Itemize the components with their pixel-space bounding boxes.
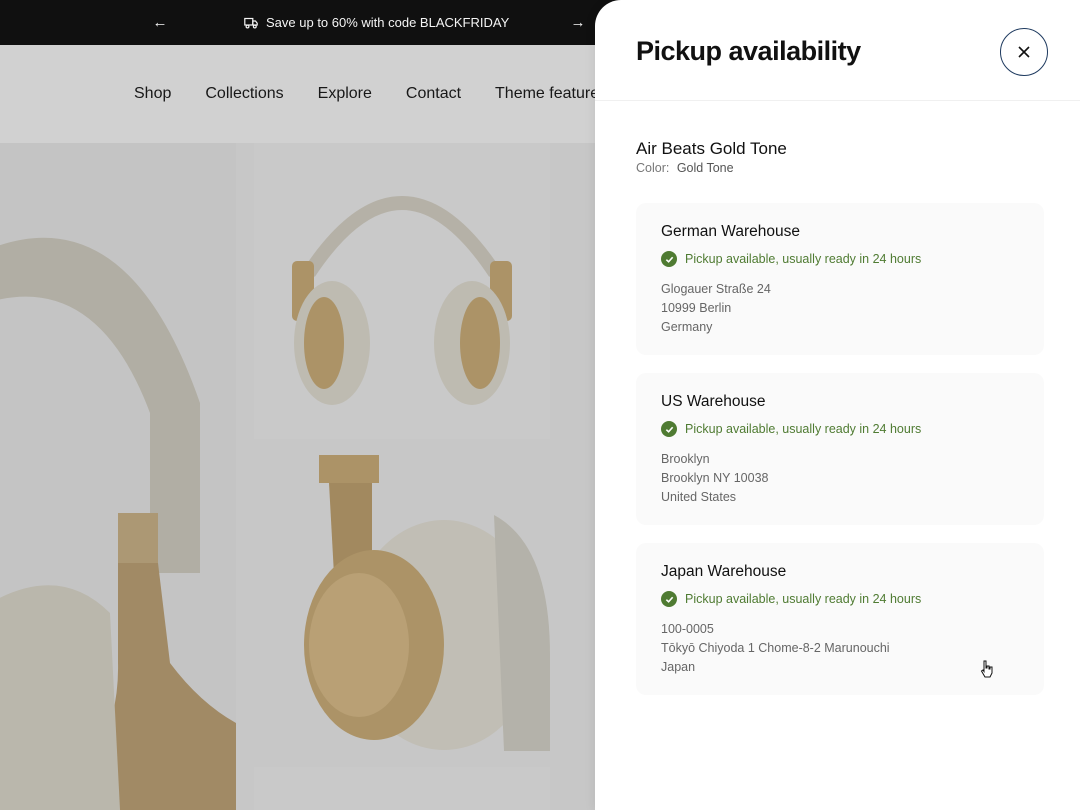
drawer-header: Pickup availability [595,0,1080,101]
pickup-status-text: Pickup available, usually ready in 24 ho… [685,252,922,266]
address-line: 10999 Berlin [661,300,732,315]
check-circle-icon [661,421,677,437]
product-name: Air Beats Gold Tone [636,139,787,158]
variant-value: Gold Tone [676,161,734,175]
location-card: US Warehouse Pickup available, usually r… [636,373,1044,525]
pickup-status: Pickup available, usually ready in 24 ho… [661,591,921,607]
close-icon [1018,46,1030,58]
product-variant: Color: Gold Tone [636,161,734,175]
location-name: German Warehouse [661,223,800,240]
address-line: Glogauer Straße 24 [661,282,771,296]
address-line: Germany [661,319,713,334]
address-line: 100-0005 [661,622,714,636]
location-name: US Warehouse [661,393,766,410]
location-name: Japan Warehouse [661,563,787,580]
address-line: United States [661,489,737,504]
pickup-status: Pickup available, usually ready in 24 ho… [661,421,921,437]
address-line: Tōkyō Chiyoda 1 Chome-8-2 Marunouchi [661,640,890,655]
address-line: Japan [661,659,696,674]
close-button[interactable] [1000,28,1048,76]
pointer-cursor-icon [980,660,993,678]
check-circle-icon [661,591,677,607]
address-line: Brooklyn [661,452,710,466]
pickup-status: Pickup available, usually ready in 24 ho… [661,251,921,267]
pickup-availability-drawer: Pickup availability Air Beats Gold Tone … [595,0,1080,810]
location-address: Brooklyn Brooklyn NY 10038 United States [661,450,768,506]
location-address: Glogauer Straße 24 10999 Berlin Germany [661,280,771,336]
drawer-title: Pickup availability [636,36,861,66]
pickup-status-text: Pickup available, usually ready in 24 ho… [685,422,922,436]
address-line: Brooklyn NY 10038 [661,470,769,485]
check-circle-icon [661,251,677,267]
pickup-status-text: Pickup available, usually ready in 24 ho… [685,592,922,606]
location-card: German Warehouse Pickup available, usual… [636,203,1044,355]
location-address: 100-0005 Tōkyō Chiyoda 1 Chome-8-2 Marun… [661,620,890,676]
variant-label: Color: [636,161,670,175]
